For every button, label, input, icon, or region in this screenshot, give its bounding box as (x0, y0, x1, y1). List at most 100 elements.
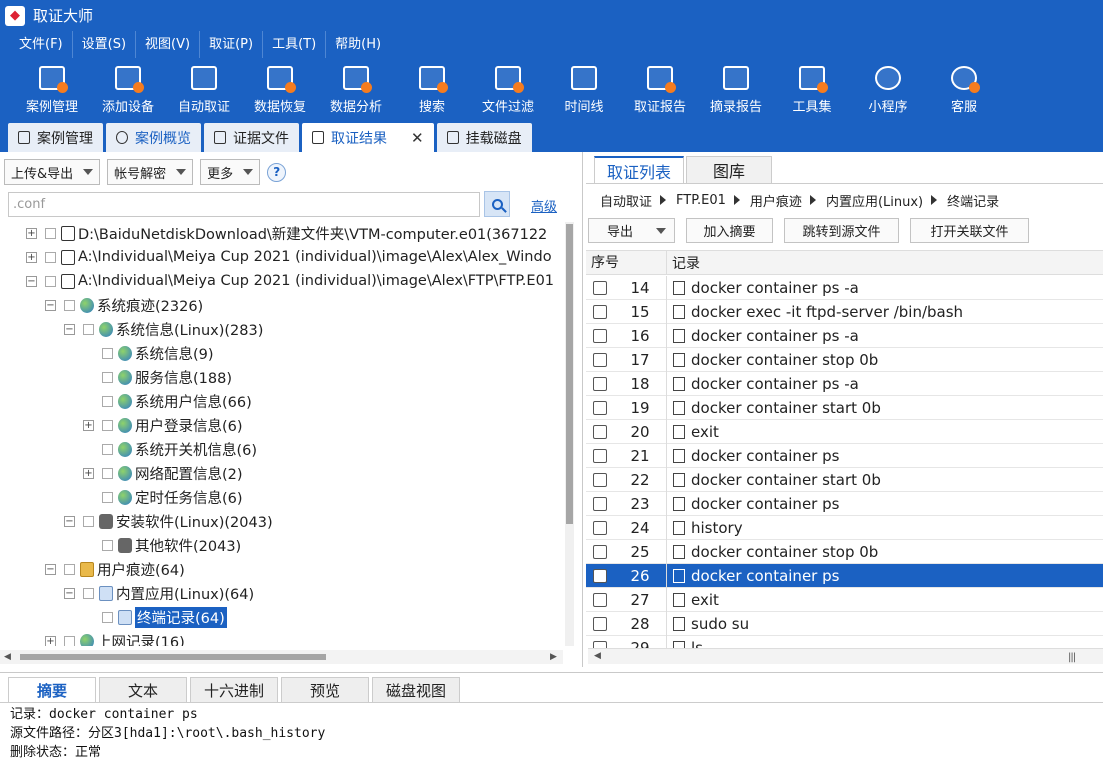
upload-export-dropdown[interactable]: 上传&导出 (4, 159, 101, 185)
expand-icon[interactable]: + (83, 419, 94, 431)
table-row[interactable]: 21 docker container ps (586, 443, 1103, 468)
collapse-icon[interactable]: − (64, 515, 75, 527)
tree-node-system-info-linux[interactable]: − 系统信息(Linux)(283) (64, 318, 263, 340)
table-row[interactable]: 24 history (586, 515, 1103, 540)
menu-view[interactable]: 视图(V) (136, 31, 201, 58)
table-row[interactable]: 28 sudo su (586, 611, 1103, 636)
menu-forensics[interactable]: 取证(P) (200, 31, 264, 58)
toolbar-case-management[interactable]: 案例管理 (14, 58, 90, 121)
tab-gallery[interactable]: 图库 (686, 156, 773, 183)
add-to-summary-button[interactable]: 加入摘要 (686, 218, 773, 243)
row-checkbox[interactable] (593, 616, 607, 631)
tree-checkbox[interactable] (102, 371, 113, 383)
expand-icon[interactable]: + (45, 635, 56, 646)
tree-checkbox[interactable] (45, 275, 56, 287)
tree-node-terminal-records[interactable]: 终端记录(64) (83, 606, 227, 628)
table-row[interactable]: 25 docker container stop 0b (586, 539, 1103, 564)
table-row[interactable]: 26 docker container ps (586, 563, 1103, 588)
tree-checkbox[interactable] (102, 395, 113, 407)
scroll-right-icon[interactable]: ▶ (550, 652, 557, 662)
tree-checkbox[interactable] (102, 347, 113, 359)
row-checkbox[interactable] (593, 400, 607, 415)
toolbar-timeline[interactable]: 时间线 (546, 58, 622, 121)
scroll-left-icon[interactable]: ◀ (4, 652, 11, 662)
row-checkbox[interactable] (593, 352, 607, 367)
breadcrumb-item[interactable]: 内置应用(Linux) (826, 191, 923, 210)
row-checkbox[interactable] (593, 448, 607, 463)
toolbar-toolset[interactable]: 工具集 (774, 58, 850, 121)
search-input[interactable]: .conf (8, 192, 480, 217)
table-row[interactable]: 29 ls (586, 635, 1103, 648)
toolbar-file-filter[interactable]: 文件过滤 (470, 58, 546, 121)
row-checkbox[interactable] (593, 568, 607, 583)
tree-checkbox[interactable] (64, 563, 75, 575)
tree-node-system-user-info[interactable]: 系统用户信息(66) (83, 390, 252, 412)
menu-tools[interactable]: 工具(T) (263, 31, 327, 58)
toolbar-excerpt-report[interactable]: 摘录报告 (698, 58, 774, 121)
account-decrypt-dropdown[interactable]: 帐号解密 (107, 159, 194, 185)
row-checkbox[interactable] (593, 472, 607, 487)
tree-node-builtin-apps[interactable]: − 内置应用(Linux)(64) (64, 582, 254, 604)
row-checkbox[interactable] (593, 592, 607, 607)
table-row[interactable]: 22 docker container start 0b (586, 467, 1103, 492)
tab-summary[interactable]: 摘要 (8, 677, 96, 702)
toolbar-add-device[interactable]: 添加设备 (90, 58, 166, 121)
jump-to-source-button[interactable]: 跳转到源文件 (784, 218, 899, 243)
tree-node-network-config[interactable]: + 网络配置信息(2) (83, 462, 243, 484)
tree-node-system-traces[interactable]: − 系统痕迹(2326) (45, 294, 203, 316)
toolbar-data-analysis[interactable]: 数据分析 (318, 58, 394, 121)
row-checkbox[interactable] (593, 328, 607, 343)
row-checkbox[interactable] (593, 304, 607, 319)
column-header-record[interactable]: 记录 (667, 253, 700, 273)
tree-node-scheduled-tasks[interactable]: 定时任务信息(6) (83, 486, 243, 508)
menu-file[interactable]: 文件(F) (10, 31, 73, 58)
tab-text[interactable]: 文本 (99, 677, 187, 702)
tab-hex[interactable]: 十六进制 (190, 677, 278, 702)
tree-node-other-software[interactable]: 其他软件(2043) (83, 534, 241, 556)
tree-node-power-info[interactable]: 系统开关机信息(6) (83, 438, 257, 460)
scroll-grip-icon[interactable]: ||| (1068, 652, 1076, 663)
tree-node-user-login-info[interactable]: + 用户登录信息(6) (83, 414, 243, 436)
table-row[interactable]: 23 docker container ps (586, 491, 1103, 516)
tree-node-user-traces[interactable]: − 用户痕迹(64) (45, 558, 185, 580)
menu-help[interactable]: 帮助(H) (326, 31, 390, 58)
tree-node-ftp-e01[interactable]: − A:\Individual\Meiya Cup 2021 (individua… (26, 270, 554, 292)
breadcrumb-item[interactable]: 用户痕迹 (750, 191, 802, 210)
toolbar-customer-service[interactable]: 客服 (926, 58, 1002, 121)
row-checkbox[interactable] (593, 496, 607, 511)
more-dropdown[interactable]: 更多 (200, 159, 261, 185)
breadcrumb-item[interactable]: 终端记录 (947, 191, 999, 210)
toolbar-search[interactable]: 搜索 (394, 58, 470, 121)
table-row[interactable]: 14 docker container ps -a (586, 275, 1103, 300)
tab-preview[interactable]: 预览 (281, 677, 369, 702)
tree-node-installed-software[interactable]: − 安装软件(Linux)(2043) (64, 510, 273, 532)
collapse-icon[interactable]: − (64, 323, 75, 335)
tree-vertical-scrollbar[interactable] (565, 222, 574, 646)
tree-checkbox[interactable] (102, 443, 113, 455)
table-row[interactable]: 19 docker container start 0b (586, 395, 1103, 420)
advanced-search-link[interactable]: 高级 (531, 196, 557, 215)
column-header-index[interactable]: 序号 (586, 251, 667, 275)
search-button[interactable] (484, 191, 510, 217)
table-row[interactable]: 16 docker container ps -a (586, 323, 1103, 348)
expand-icon[interactable]: + (83, 467, 94, 479)
tree-node-web-history[interactable]: + 上网记录(16) (45, 630, 185, 646)
help-icon[interactable]: ? (267, 162, 287, 182)
tree-horizontal-scrollbar[interactable]: ◀ ▶ (0, 650, 563, 664)
scroll-left-icon[interactable]: ◀ (594, 651, 601, 661)
row-checkbox[interactable] (593, 640, 607, 648)
collapse-icon[interactable]: − (45, 563, 56, 575)
menu-settings[interactable]: 设置(S) (73, 31, 137, 58)
tree-node-alex-windows[interactable]: + A:\Individual\Meiya Cup 2021 (individua… (26, 246, 552, 268)
row-checkbox[interactable] (593, 424, 607, 439)
tree-checkbox[interactable] (83, 323, 94, 335)
tree-node-vtm-computer[interactable]: + D:\BaiduNetdiskDownload\新建文件夹\VTM-compu… (26, 222, 547, 244)
close-icon[interactable]: ✕ (411, 129, 424, 147)
tree-checkbox[interactable] (64, 299, 75, 311)
tab-forensic-results[interactable]: 取证结果 ✕ (302, 123, 434, 152)
tree-checkbox[interactable] (45, 227, 56, 239)
table-horizontal-scrollbar[interactable]: ◀ ||| (588, 648, 1103, 664)
table-row[interactable]: 15 docker exec -it ftpd-server /bin/bash (586, 299, 1103, 324)
tab-mount-disk[interactable]: 挂载磁盘 (436, 123, 532, 152)
breadcrumb-item[interactable]: 自动取证 (600, 191, 652, 210)
